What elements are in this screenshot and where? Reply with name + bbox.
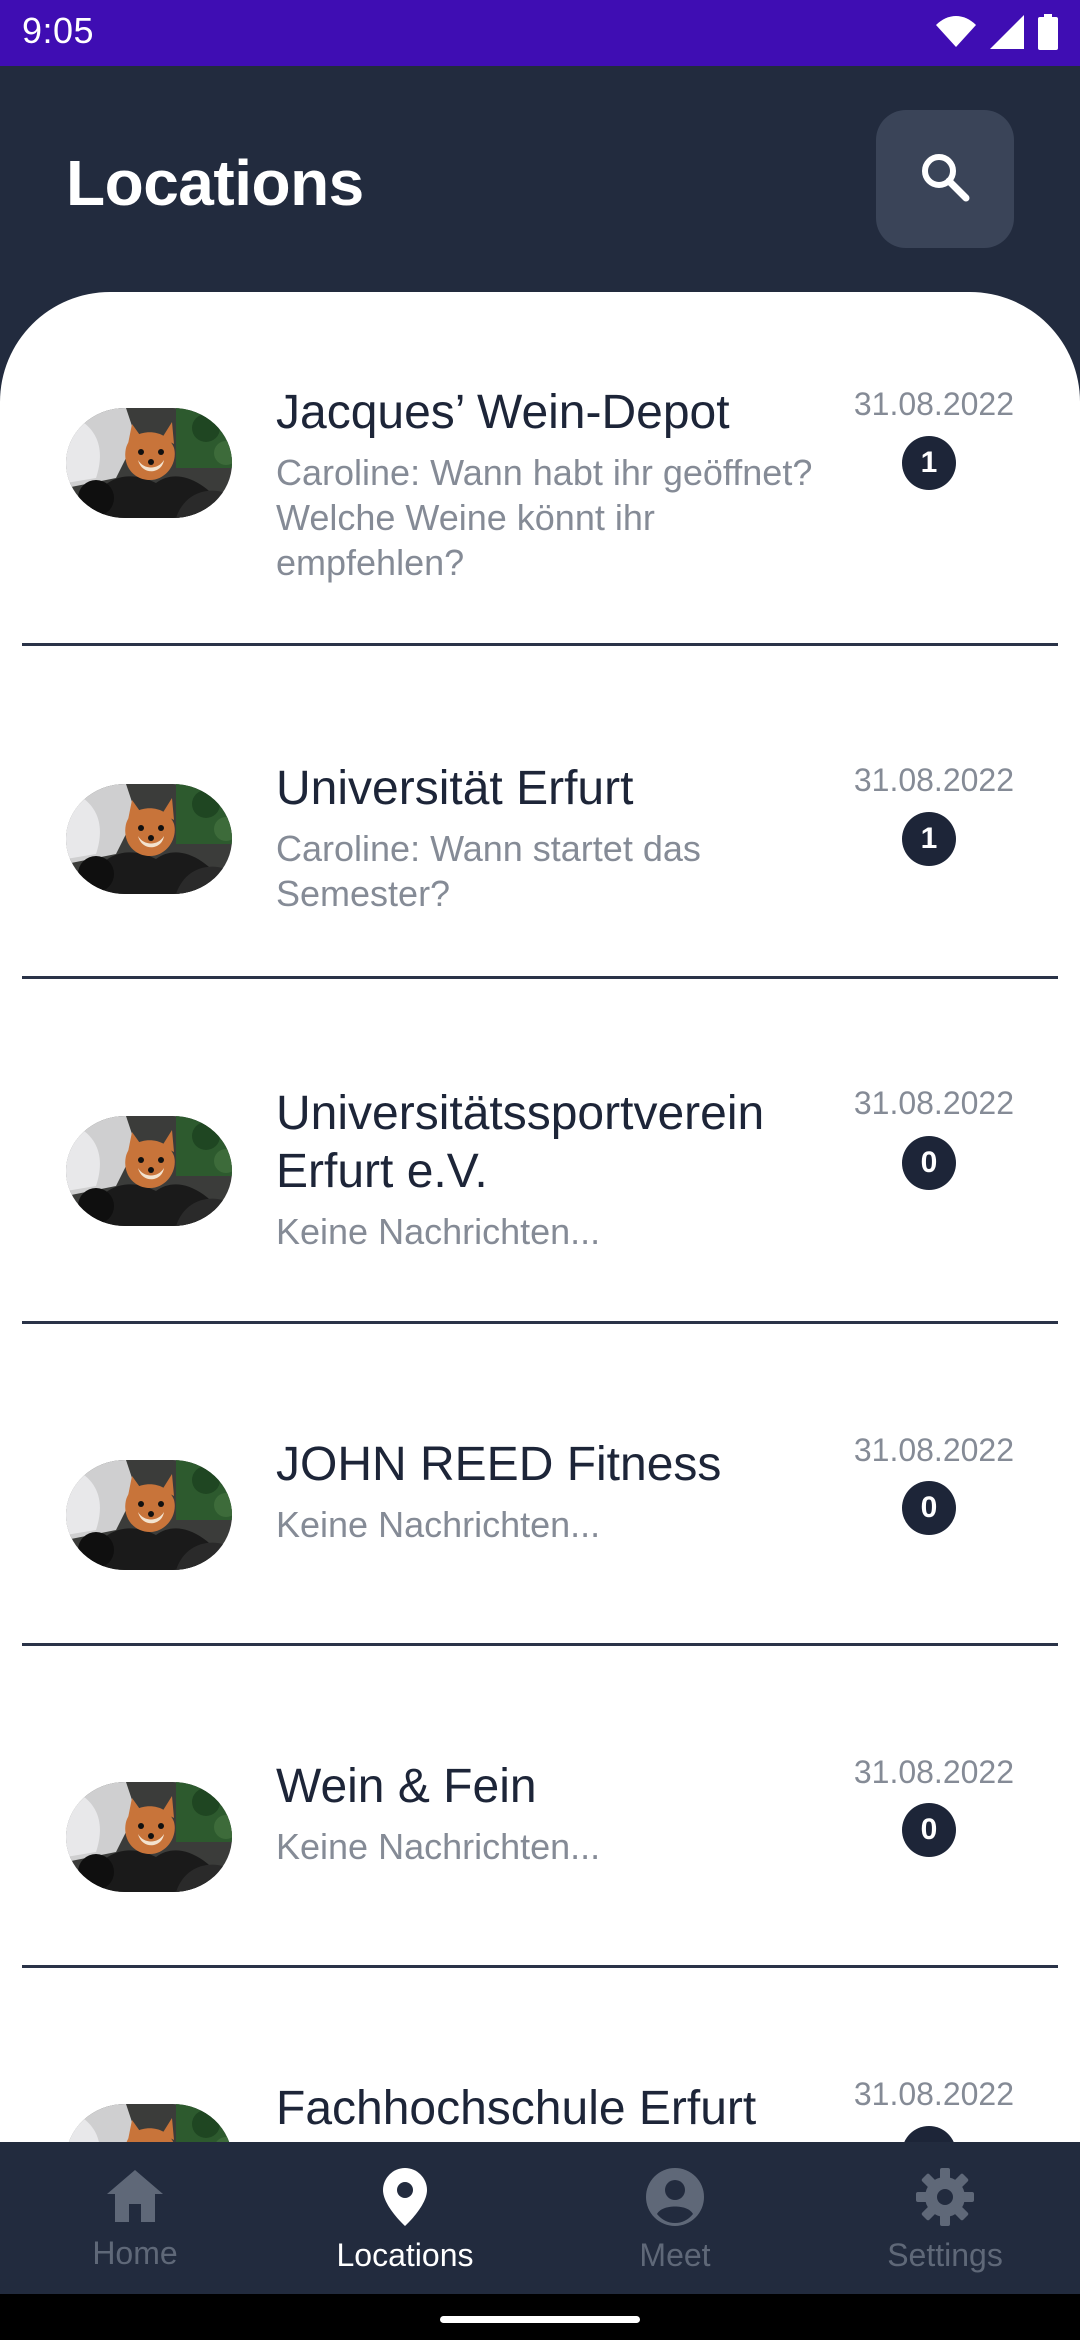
locations-list: Jacques’ Wein-Depot Caroline: Wann habt …	[0, 292, 1080, 2142]
message-preview: Caroline: Wann startet das Semester?	[276, 828, 701, 914]
unread-badge	[902, 2126, 956, 2142]
search-button[interactable]	[876, 110, 1014, 248]
page-title: Locations	[66, 147, 364, 219]
account-circle-icon	[646, 2168, 704, 2231]
unread-badge: 0	[902, 1136, 956, 1190]
gesture-nav-area	[0, 2294, 1080, 2340]
location-pin-icon	[383, 2168, 427, 2231]
message-date: 31.08.2022	[853, 2076, 1014, 2112]
list-item[interactable]: Universitätssportverein Erfurt e.V. Kein…	[0, 979, 1080, 1323]
signal-icon	[990, 15, 1024, 49]
unread-badge: 0	[902, 1803, 956, 1857]
nav-item-settings[interactable]: Settings	[810, 2142, 1080, 2294]
nav-label-settings: Settings	[887, 2237, 1003, 2273]
location-name: Universitätssportverein Erfurt e.V.	[276, 1087, 765, 1198]
message-preview: Caroline: Wann habt ihr geöffnet? Welche…	[276, 452, 813, 583]
message-date: 31.08.2022	[853, 762, 1014, 798]
list-item[interactable]: Universität Erfurt Caroline: Wann starte…	[0, 646, 1080, 978]
location-name: Fachhochschule Erfurt	[276, 2082, 757, 2135]
message-date: 31.08.2022	[853, 386, 1014, 422]
message-preview: Keine Nachrichten...	[276, 1211, 601, 1252]
nav-label-meet: Meet	[639, 2237, 711, 2273]
avatar	[66, 1116, 232, 1226]
list-item[interactable]: Fachhochschule Erfurt 31.08.2022	[0, 1968, 1080, 2142]
nav-item-meet[interactable]: Meet	[540, 2142, 810, 2294]
nav-item-locations[interactable]: Locations	[270, 2142, 540, 2294]
wifi-icon	[936, 15, 976, 49]
avatar	[66, 2104, 232, 2142]
status-icons	[936, 14, 1058, 50]
avatar	[66, 1460, 232, 1570]
message-preview: Keine Nachrichten...	[276, 1826, 601, 1867]
avatar	[66, 784, 232, 894]
avatar	[66, 1782, 232, 1892]
bottom-nav: Home Locations Meet Settings	[0, 2142, 1080, 2294]
list-item[interactable]: Jacques’ Wein-Depot Caroline: Wann habt …	[0, 292, 1080, 644]
home-icon	[105, 2168, 165, 2229]
app-header: Locations	[0, 66, 1080, 298]
battery-icon	[1038, 14, 1058, 50]
message-date: 31.08.2022	[853, 1754, 1014, 1790]
status-time: 9:05	[22, 10, 95, 51]
home-gesture-handle[interactable]	[440, 2316, 640, 2323]
avatar	[66, 408, 232, 518]
unread-badge: 0	[902, 1481, 956, 1535]
unread-badge: 1	[902, 812, 956, 866]
search-icon	[918, 150, 972, 209]
unread-badge: 1	[902, 436, 956, 490]
location-name: Jacques’ Wein-Depot	[276, 386, 730, 439]
location-name: Universität Erfurt	[276, 762, 634, 815]
nav-label-home: Home	[92, 2235, 178, 2271]
gear-icon	[916, 2168, 974, 2231]
nav-label-locations: Locations	[336, 2237, 474, 2273]
message-date: 31.08.2022	[853, 1085, 1014, 1121]
nav-item-home[interactable]: Home	[0, 2142, 270, 2294]
location-name: Wein & Fein	[276, 1760, 537, 1813]
list-item[interactable]: JOHN REED Fitness Keine Nachrichten... 3…	[0, 1324, 1080, 1646]
list-item[interactable]: Wein & Fein Keine Nachrichten... 31.08.2…	[0, 1646, 1080, 1968]
status-bar: 9:05	[0, 0, 1080, 66]
message-preview: Keine Nachrichten...	[276, 1504, 601, 1545]
location-name: JOHN REED Fitness	[276, 1438, 722, 1491]
message-date: 31.08.2022	[853, 1432, 1014, 1468]
